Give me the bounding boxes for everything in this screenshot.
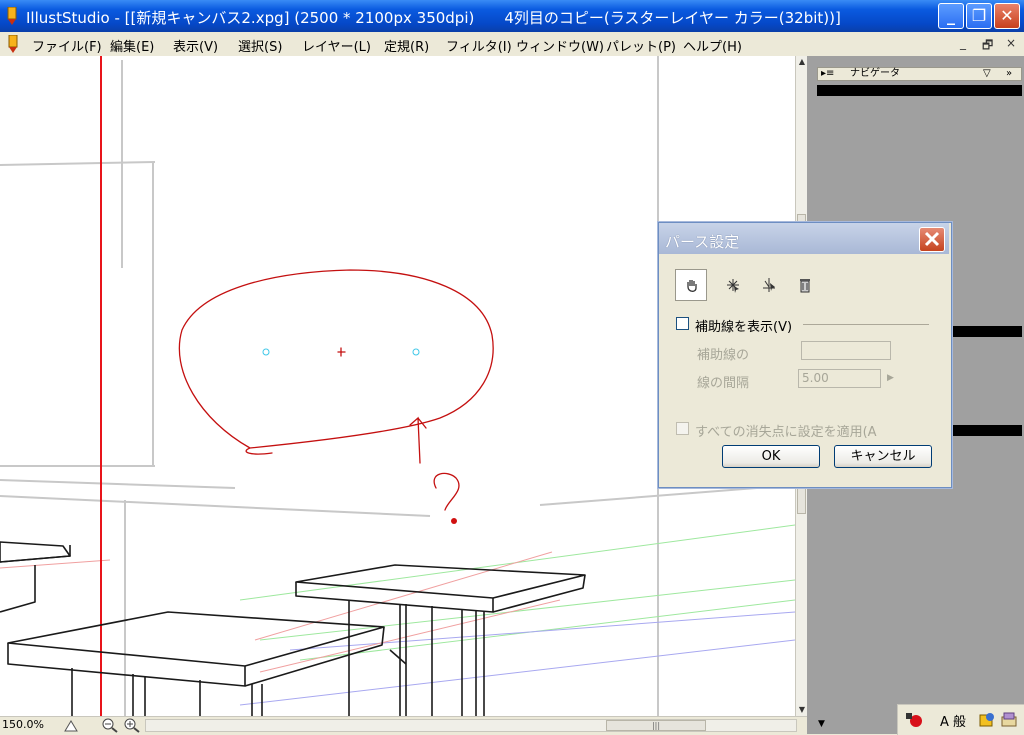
minimize-button[interactable]: _ xyxy=(938,3,964,29)
separator xyxy=(803,324,929,325)
menu-edit[interactable]: 編集(E) xyxy=(110,36,154,55)
restore-icon: ❐ xyxy=(971,6,987,25)
apply-all-label: すべての消失点に設定を適用(A xyxy=(695,425,877,440)
line-spacing-input[interactable]: 5.00 xyxy=(798,369,881,388)
guide-color-field[interactable] xyxy=(801,341,891,360)
zoom-in-icon[interactable] xyxy=(124,718,140,733)
close-icon: ✕ xyxy=(1000,6,1014,25)
line-spacing-label: 線の間隔 xyxy=(697,376,750,391)
close-button[interactable]: ✕ xyxy=(994,3,1020,29)
palette-grip-icon[interactable]: ▸≡ xyxy=(821,68,834,80)
move-vanishing-point-button[interactable] xyxy=(753,269,785,301)
menu-view[interactable]: 表示(V) xyxy=(173,36,218,55)
add-vanishing-point-icon xyxy=(727,279,739,293)
guide-color-label: 補助線の xyxy=(697,348,750,363)
perspective-settings-dialog: パース設定 補助線を表示(V) 補助線の 線の間隔 5.00 ▶ すべての消失点… xyxy=(658,222,952,488)
restore-button[interactable]: ❐ xyxy=(966,3,992,29)
menu-bar: ファイル(F) 編集(E) 表示(V) 選択(S) レイヤー(L) 定規(R) … xyxy=(0,32,1024,57)
menu-select[interactable]: 選択(S) xyxy=(238,36,282,55)
mdi-minimize-button[interactable]: _ xyxy=(960,36,966,50)
chevron-right-icon[interactable]: ▶ xyxy=(887,373,894,383)
pencil-icon[interactable] xyxy=(6,35,20,53)
show-guides-label: 補助線を表示(V) xyxy=(695,320,793,335)
ime-tray: A 般 xyxy=(897,704,1024,735)
vanishing-point-handle[interactable] xyxy=(412,348,420,356)
cancel-button[interactable]: キャンセル xyxy=(834,445,932,468)
menu-palette[interactable]: パレット(P) xyxy=(606,36,676,55)
window-title: IllustStudio - [[新規キャンバス2.xpg] (2500 * 2… xyxy=(26,9,841,27)
delete-button[interactable] xyxy=(789,269,821,301)
rotate-handle-icon[interactable] xyxy=(64,719,78,732)
menu-help[interactable]: ヘルプ(H) xyxy=(683,36,742,55)
navigator-title: ナビゲータ xyxy=(850,68,900,79)
horizontal-scrollbar[interactable]: ||| xyxy=(145,719,797,732)
dock-expand-icon[interactable]: ▼ xyxy=(818,719,825,729)
horizontal-scroll-thumb[interactable]: ||| xyxy=(606,720,706,731)
ime-icon[interactable] xyxy=(904,711,924,729)
navigator-header[interactable]: ▸≡ ナビゲータ ▽ » xyxy=(817,67,1022,81)
pencil-icon xyxy=(7,7,17,25)
minimize-icon: _ xyxy=(947,6,955,25)
menu-layer[interactable]: レイヤー(L) xyxy=(302,36,371,55)
show-guides-checkbox[interactable] xyxy=(676,317,689,330)
dialog-close-button[interactable] xyxy=(919,227,945,252)
vanishing-point-handle[interactable] xyxy=(262,348,270,356)
navigator-preview xyxy=(817,85,1022,96)
menu-window[interactable]: ウィンドウ(W) xyxy=(516,36,604,55)
add-vanishing-point-button[interactable] xyxy=(717,269,749,301)
move-vanishing-point-icon xyxy=(763,278,775,292)
dialog-title-bar[interactable]: パース設定 xyxy=(659,223,949,254)
menu-filter[interactable]: フィルタ(I) xyxy=(446,36,512,55)
close-icon xyxy=(924,231,940,247)
ime-tool-icon[interactable] xyxy=(1000,711,1018,729)
status-bar: 150.0% ||| xyxy=(0,716,807,735)
apply-all-checkbox[interactable] xyxy=(676,422,689,435)
zoom-level: 150.0% xyxy=(2,718,44,731)
mdi-close-button[interactable]: × xyxy=(1006,36,1016,50)
ime-mode-text[interactable]: A 般 xyxy=(940,711,966,730)
menu-ruler[interactable]: 定規(R) xyxy=(384,36,429,55)
ok-button[interactable]: OK xyxy=(722,445,820,468)
zoom-out-icon[interactable] xyxy=(102,718,118,733)
palette-expand-icon[interactable]: » xyxy=(1006,68,1012,80)
ime-dictionary-icon[interactable] xyxy=(978,711,996,729)
dialog-title: パース設定 xyxy=(665,233,740,251)
title-bar: IllustStudio - [[新規キャンバス2.xpg] (2500 * 2… xyxy=(0,0,1024,32)
hand-tool-button[interactable] xyxy=(675,269,707,301)
red-dot xyxy=(451,518,457,524)
mdi-restore-button[interactable]: 🗗 xyxy=(982,36,993,57)
palette-menu-icon[interactable]: ▽ xyxy=(983,68,991,80)
delete-icon xyxy=(800,279,810,293)
menu-file[interactable]: ファイル(F) xyxy=(32,36,102,55)
hand-icon xyxy=(687,280,697,292)
